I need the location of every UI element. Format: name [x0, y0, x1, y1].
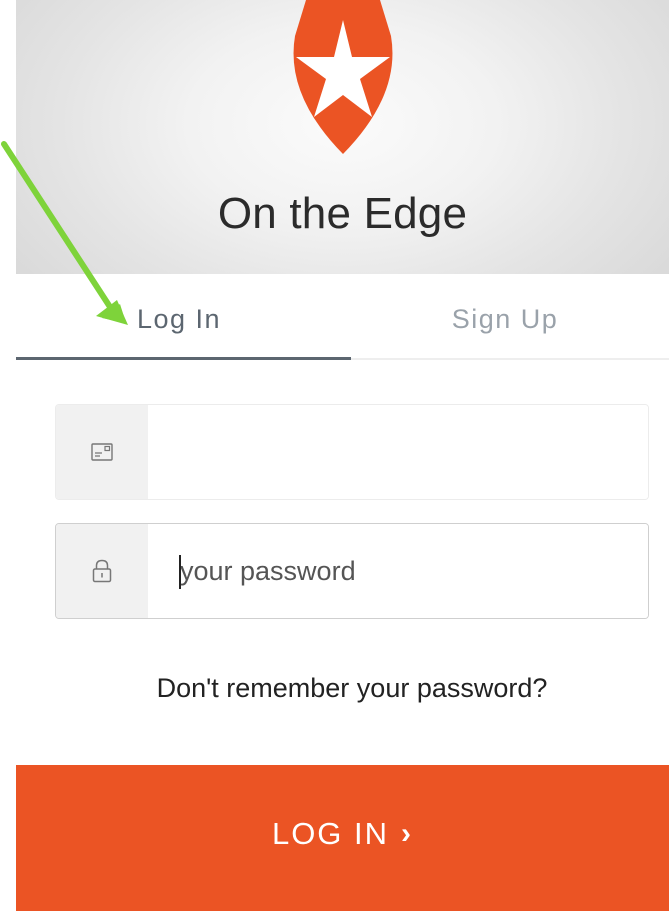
forgot-password-link[interactable]: Don't remember your password? [55, 671, 649, 705]
email-input[interactable] [148, 405, 648, 499]
email-field [55, 404, 649, 500]
log-in-button[interactable]: LOG IN › [16, 765, 669, 911]
active-tab-indicator [16, 357, 351, 360]
text-caret [179, 555, 181, 589]
lock-icon [92, 559, 112, 583]
arrow-icon [1, 141, 128, 325]
chevron-right-icon: › [401, 817, 414, 850]
tab-sign-up[interactable]: Sign Up [342, 302, 668, 336]
email-icon [91, 443, 113, 461]
log-in-button-label: LOG IN [271, 816, 390, 851]
password-input[interactable] [148, 524, 648, 618]
password-field [55, 523, 649, 619]
login-widget: On the Edge Log In Sign Up Don't remembe… [0, 0, 669, 911]
lock-icon-cell [56, 524, 148, 618]
shield-star-icon [293, 0, 393, 154]
email-icon-cell [56, 405, 148, 499]
